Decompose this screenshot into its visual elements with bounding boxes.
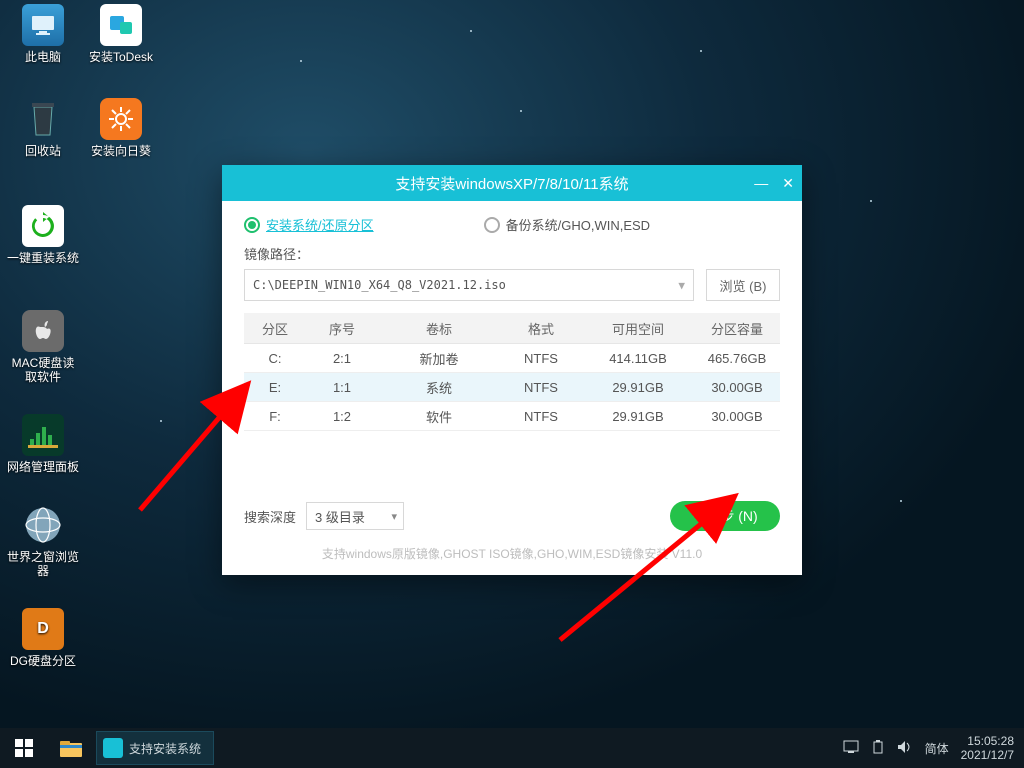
system-tray: 简体 15:05:28 2021/12/7 bbox=[843, 728, 1024, 768]
taskbar: 支持安装系统 简体 15:05:28 2021/12/7 bbox=[0, 728, 1024, 768]
window-title: 支持安装windowsXP/7/8/10/11系统 bbox=[395, 173, 628, 194]
desktop-icon-todesk[interactable]: 安装ToDesk bbox=[84, 4, 158, 64]
footer-hint: 支持windows原版镜像,GHOST ISO镜像,GHO,WIM,ESD镜像安… bbox=[244, 545, 780, 562]
radio-dot-icon bbox=[484, 217, 500, 233]
desktop-icon-sunflower[interactable]: 安装向日葵 bbox=[84, 98, 158, 158]
mode-install-radio[interactable]: 安装系统/还原分区 bbox=[244, 215, 374, 234]
desktop-icon-reinstall[interactable]: 一键重装系统 bbox=[6, 205, 80, 265]
tray-network-icon[interactable] bbox=[843, 740, 859, 757]
tray-clock[interactable]: 15:05:28 2021/12/7 bbox=[961, 734, 1014, 762]
close-button[interactable]: ✕ bbox=[782, 175, 794, 192]
desktop-icon-recycle-bin[interactable]: 回收站 bbox=[6, 98, 80, 158]
desktop-icon-dg[interactable]: D DG硬盘分区 bbox=[6, 608, 80, 668]
start-button[interactable] bbox=[0, 728, 48, 768]
titlebar: 支持安装windowsXP/7/8/10/11系统 — ✕ bbox=[222, 165, 802, 201]
minimize-button[interactable]: — bbox=[754, 175, 768, 191]
table-row[interactable]: E:1:1系统NTFS29.91GB30.00GB bbox=[244, 373, 780, 402]
desktop-icon-this-pc[interactable]: 此电脑 bbox=[6, 4, 80, 64]
desktop-icon-mac-disk[interactable]: MAC硬盘读取软件 bbox=[6, 310, 80, 384]
tray-volume-icon[interactable] bbox=[897, 740, 913, 757]
path-label: 镜像路径： bbox=[244, 244, 780, 263]
image-path-dropdown[interactable]: C:\DEEPIN_WIN10_X64_Q8_V2021.12.iso ▼ bbox=[244, 269, 694, 301]
browse-button[interactable]: 浏览 (B) bbox=[706, 269, 780, 301]
chevron-down-icon: ▼ bbox=[678, 279, 685, 292]
depth-label: 搜索深度 bbox=[244, 507, 296, 526]
taskbar-task-installer[interactable]: 支持安装系统 bbox=[96, 731, 214, 765]
desktop-icon-netpanel[interactable]: 网络管理面板 bbox=[6, 414, 80, 474]
depth-select[interactable]: 3 级目录 bbox=[306, 502, 404, 530]
task-app-icon bbox=[103, 738, 123, 758]
mode-backup-radio[interactable]: 备份系统/GHO,WIN,ESD bbox=[484, 215, 650, 234]
table-row[interactable]: C:2:1新加卷NTFS414.11GB465.76GB bbox=[244, 344, 780, 373]
tray-battery-icon[interactable] bbox=[871, 740, 885, 757]
table-row[interactable]: F:1:2软件NTFS29.91GB30.00GB bbox=[244, 402, 780, 431]
tray-ime[interactable]: 简体 bbox=[925, 740, 949, 757]
radio-dot-icon bbox=[244, 217, 260, 233]
desktop-icon-browser[interactable]: 世界之窗浏览器 bbox=[6, 504, 80, 578]
installer-window: 支持安装windowsXP/7/8/10/11系统 — ✕ 安装系统/还原分区 … bbox=[222, 165, 802, 575]
desktop: 此电脑 回收站 一键重装系统 MAC硬盘读取软件 网络管理面板 世界之窗浏览器 … bbox=[0, 0, 1024, 768]
taskbar-explorer-icon[interactable] bbox=[48, 728, 94, 768]
next-button[interactable]: 下一步 (N) bbox=[670, 501, 780, 531]
partition-table: 分区 序号 卷标 格式 可用空间 分区容量 C:2:1新加卷NTFS414.11… bbox=[244, 313, 780, 431]
